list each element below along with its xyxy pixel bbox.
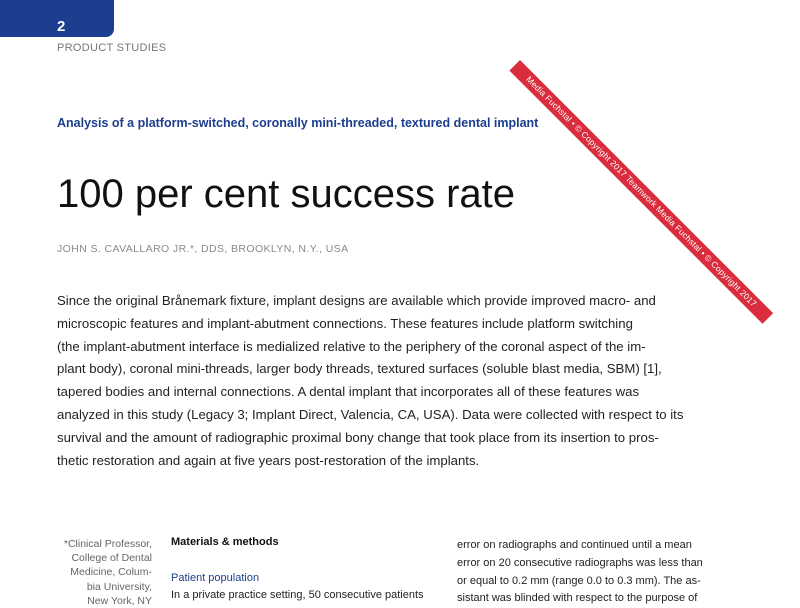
page-number: 2	[57, 18, 66, 35]
affiliation-line: Medicine, Colum-	[70, 566, 152, 579]
right-column-line: error on 20 consecutive radiographs was …	[457, 556, 703, 569]
right-column: error on radiographs and continued until…	[457, 537, 727, 608]
affiliation-line: New York, NY	[87, 594, 152, 607]
right-column-line: or equal to 0.2 mm (range 0.0 to 0.3 mm)…	[457, 574, 701, 587]
article-kicker: Analysis of a platform-switched, coronal…	[57, 116, 539, 130]
abstract-line: Since the original Brånemark fixture, im…	[57, 293, 656, 308]
author-affiliation: *Clinical Professor, College of Dental M…	[56, 537, 152, 608]
affiliation-line: College of Dental	[71, 552, 152, 565]
abstract-line: thetic restoration and again at five yea…	[57, 452, 480, 468]
abstract-line: analyzed in this study (Legacy 3; Implan…	[57, 406, 684, 422]
abstract-line: plant body), coronal mini-threads, large…	[57, 361, 662, 377]
abstract-paragraph: Since the original Brånemark fixture, im…	[57, 290, 727, 472]
page-number-tab: 2	[0, 0, 114, 37]
affiliation-line: *Clinical Professor,	[63, 538, 152, 550]
copyright-watermark-ribbon: Media Fuchstal • © Copyright 2017 Teamwo…	[509, 60, 773, 324]
affiliation-line: bia University,	[86, 580, 152, 593]
methods-column: Materials & methods Patient population I…	[171, 535, 441, 602]
abstract-line: (the implant-abutment interface is media…	[57, 338, 646, 354]
abstract-line: tapered bodies and internal connections.…	[57, 384, 640, 400]
abstract-line: microscopic features and implant-abutmen…	[57, 315, 633, 331]
author-byline: JOHN S. CAVALLARO JR.*, DDS, BROOKLYN, N…	[57, 243, 349, 255]
right-column-line: sistant was blinded with respect to the …	[457, 592, 698, 605]
patient-population-subheading: Patient population	[171, 572, 260, 584]
abstract-line: survival and the amount of radiographic …	[57, 429, 659, 445]
article-title: 100 per cent success rate	[57, 172, 516, 216]
right-column-line: error on radiographs and continued until…	[457, 539, 692, 551]
methods-heading: Materials & methods	[171, 536, 279, 548]
section-label: PRODUCT STUDIES	[57, 42, 167, 54]
